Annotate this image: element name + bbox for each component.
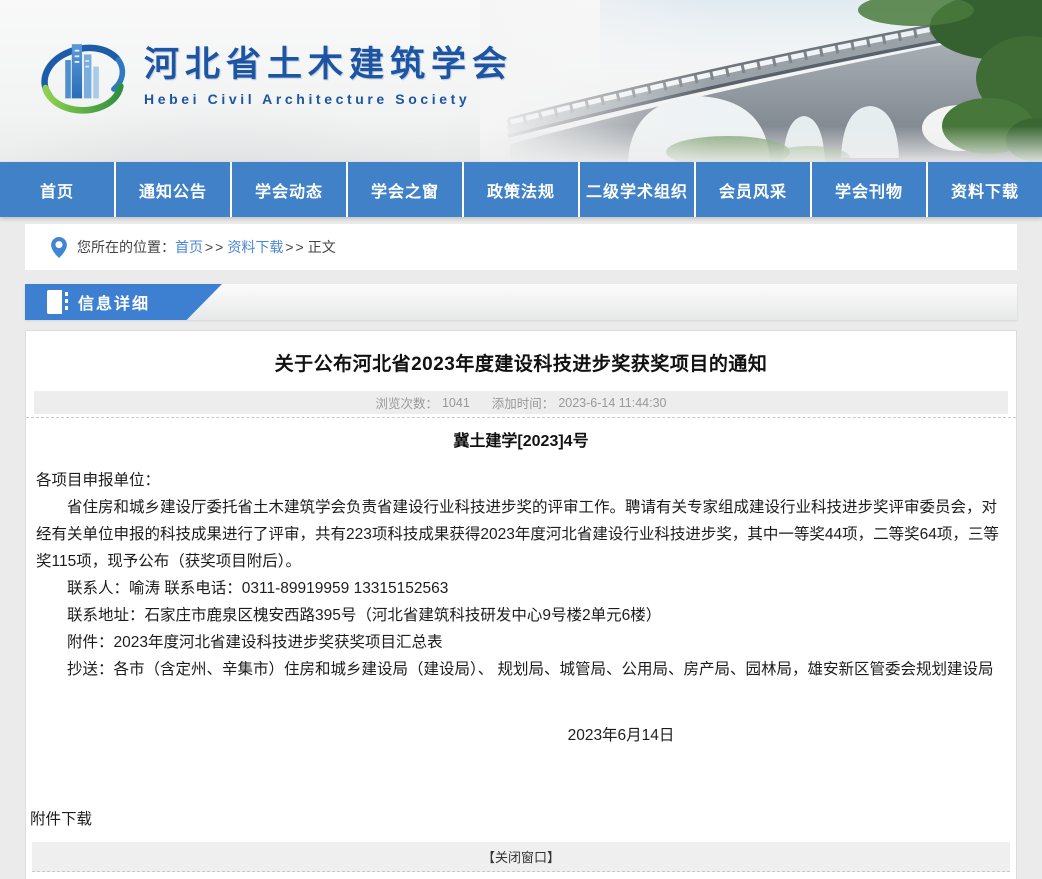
attachments-heading: 附件下载 <box>26 807 1016 829</box>
views-label: 浏览次数： <box>375 393 438 412</box>
article-panel: 关于公布河北省2023年度建设科技进步奖获奖项目的通知 浏览次数： 1041 添… <box>25 330 1017 879</box>
breadcrumb-home-link[interactable]: 首页 <box>175 237 203 257</box>
cc-line: 抄送：各市（含定州、辛集市）住房和城乡建设局（建设局）、 规划局、城管局、公用局… <box>36 656 1006 683</box>
nav-item-notices[interactable]: 通知公告 <box>116 162 232 217</box>
header-logo[interactable]: 河北省土木建筑学会 Hebei Civil Architecture Socie… <box>36 32 513 118</box>
views-count: 1041 <box>442 396 470 410</box>
paragraph-main: 省住房和城乡建设厅委托省土木建筑学会负责省建设行业科技进步奖的评审工作。聘请有关… <box>36 494 1006 575</box>
section-banner-tab: 信息详细 <box>25 284 222 320</box>
breadcrumb: 您所在的位置： 首页 >> 资料下载 >> 正文 <box>25 224 1017 270</box>
close-window-button[interactable]: 【关闭窗口】 <box>32 842 1010 872</box>
time-label: 添加时间： <box>492 393 555 412</box>
salutation: 各项目申报单位： <box>36 467 1006 494</box>
article-title: 关于公布河北省2023年度建设科技进步奖获奖项目的通知 <box>26 349 1016 376</box>
book-icon <box>47 290 62 314</box>
address-line: 联系地址：石家庄市鹿泉区槐安西路395号（河北省建筑科技研发中心9号楼2单元6楼… <box>36 602 1006 629</box>
bridge-photo <box>480 0 1042 162</box>
nav-item-society-window[interactable]: 学会之窗 <box>348 162 464 217</box>
article-body: 各项目申报单位： 省住房和城乡建设厅委托省土木建筑学会负责省建设行业科技进步奖的… <box>26 467 1016 683</box>
publish-time: 2023-6-14 11:44:30 <box>558 396 666 410</box>
contact-line: 联系人：喻涛 联系电话：0311-89919959 13315152563 <box>36 575 1006 602</box>
nav-item-academic-orgs[interactable]: 二级学术组织 <box>580 162 696 217</box>
location-pin-icon <box>51 237 67 258</box>
site-header: 河北省土木建筑学会 Hebei Civil Architecture Socie… <box>0 0 1042 162</box>
nav-item-downloads[interactable]: 资料下载 <box>928 162 1042 217</box>
nav-item-society-news[interactable]: 学会动态 <box>232 162 348 217</box>
org-name-en: Hebei Civil Architecture Society <box>144 91 513 107</box>
dashed-divider <box>26 417 1016 418</box>
main-nav: 首页 通知公告 学会动态 学会之窗 政策法规 二级学术组织 会员风采 学会刊物 … <box>0 162 1042 217</box>
stone-arch-bridge-image <box>480 0 1042 162</box>
article-date: 2023年6月14日 <box>126 723 1042 745</box>
nav-item-publications[interactable]: 学会刊物 <box>812 162 928 217</box>
section-banner: 信息详细 <box>25 284 1017 320</box>
breadcrumb-label: 您所在的位置： <box>77 237 175 257</box>
society-logo-icon <box>36 32 130 118</box>
breadcrumb-current: 正文 <box>308 237 336 257</box>
section-banner-title: 信息详细 <box>78 290 150 314</box>
article-meta: 浏览次数： 1041 添加时间： 2023-6-14 11:44:30 <box>34 391 1008 414</box>
attachment-line: 附件：2023年度河北省建设科技进步奖获奖项目汇总表 <box>36 629 1006 656</box>
breadcrumb-separator: >> <box>205 239 225 255</box>
nav-item-home[interactable]: 首页 <box>0 162 116 217</box>
nav-item-members[interactable]: 会员风采 <box>696 162 812 217</box>
org-name: 河北省土木建筑学会 Hebei Civil Architecture Socie… <box>144 43 513 107</box>
nav-item-policies[interactable]: 政策法规 <box>464 162 580 217</box>
document-number: 冀土建学[2023]4号 <box>26 427 1016 451</box>
breadcrumb-section-link[interactable]: 资料下载 <box>227 237 283 257</box>
breadcrumb-separator: >> <box>285 239 305 255</box>
org-name-zh: 河北省土木建筑学会 <box>144 43 513 87</box>
